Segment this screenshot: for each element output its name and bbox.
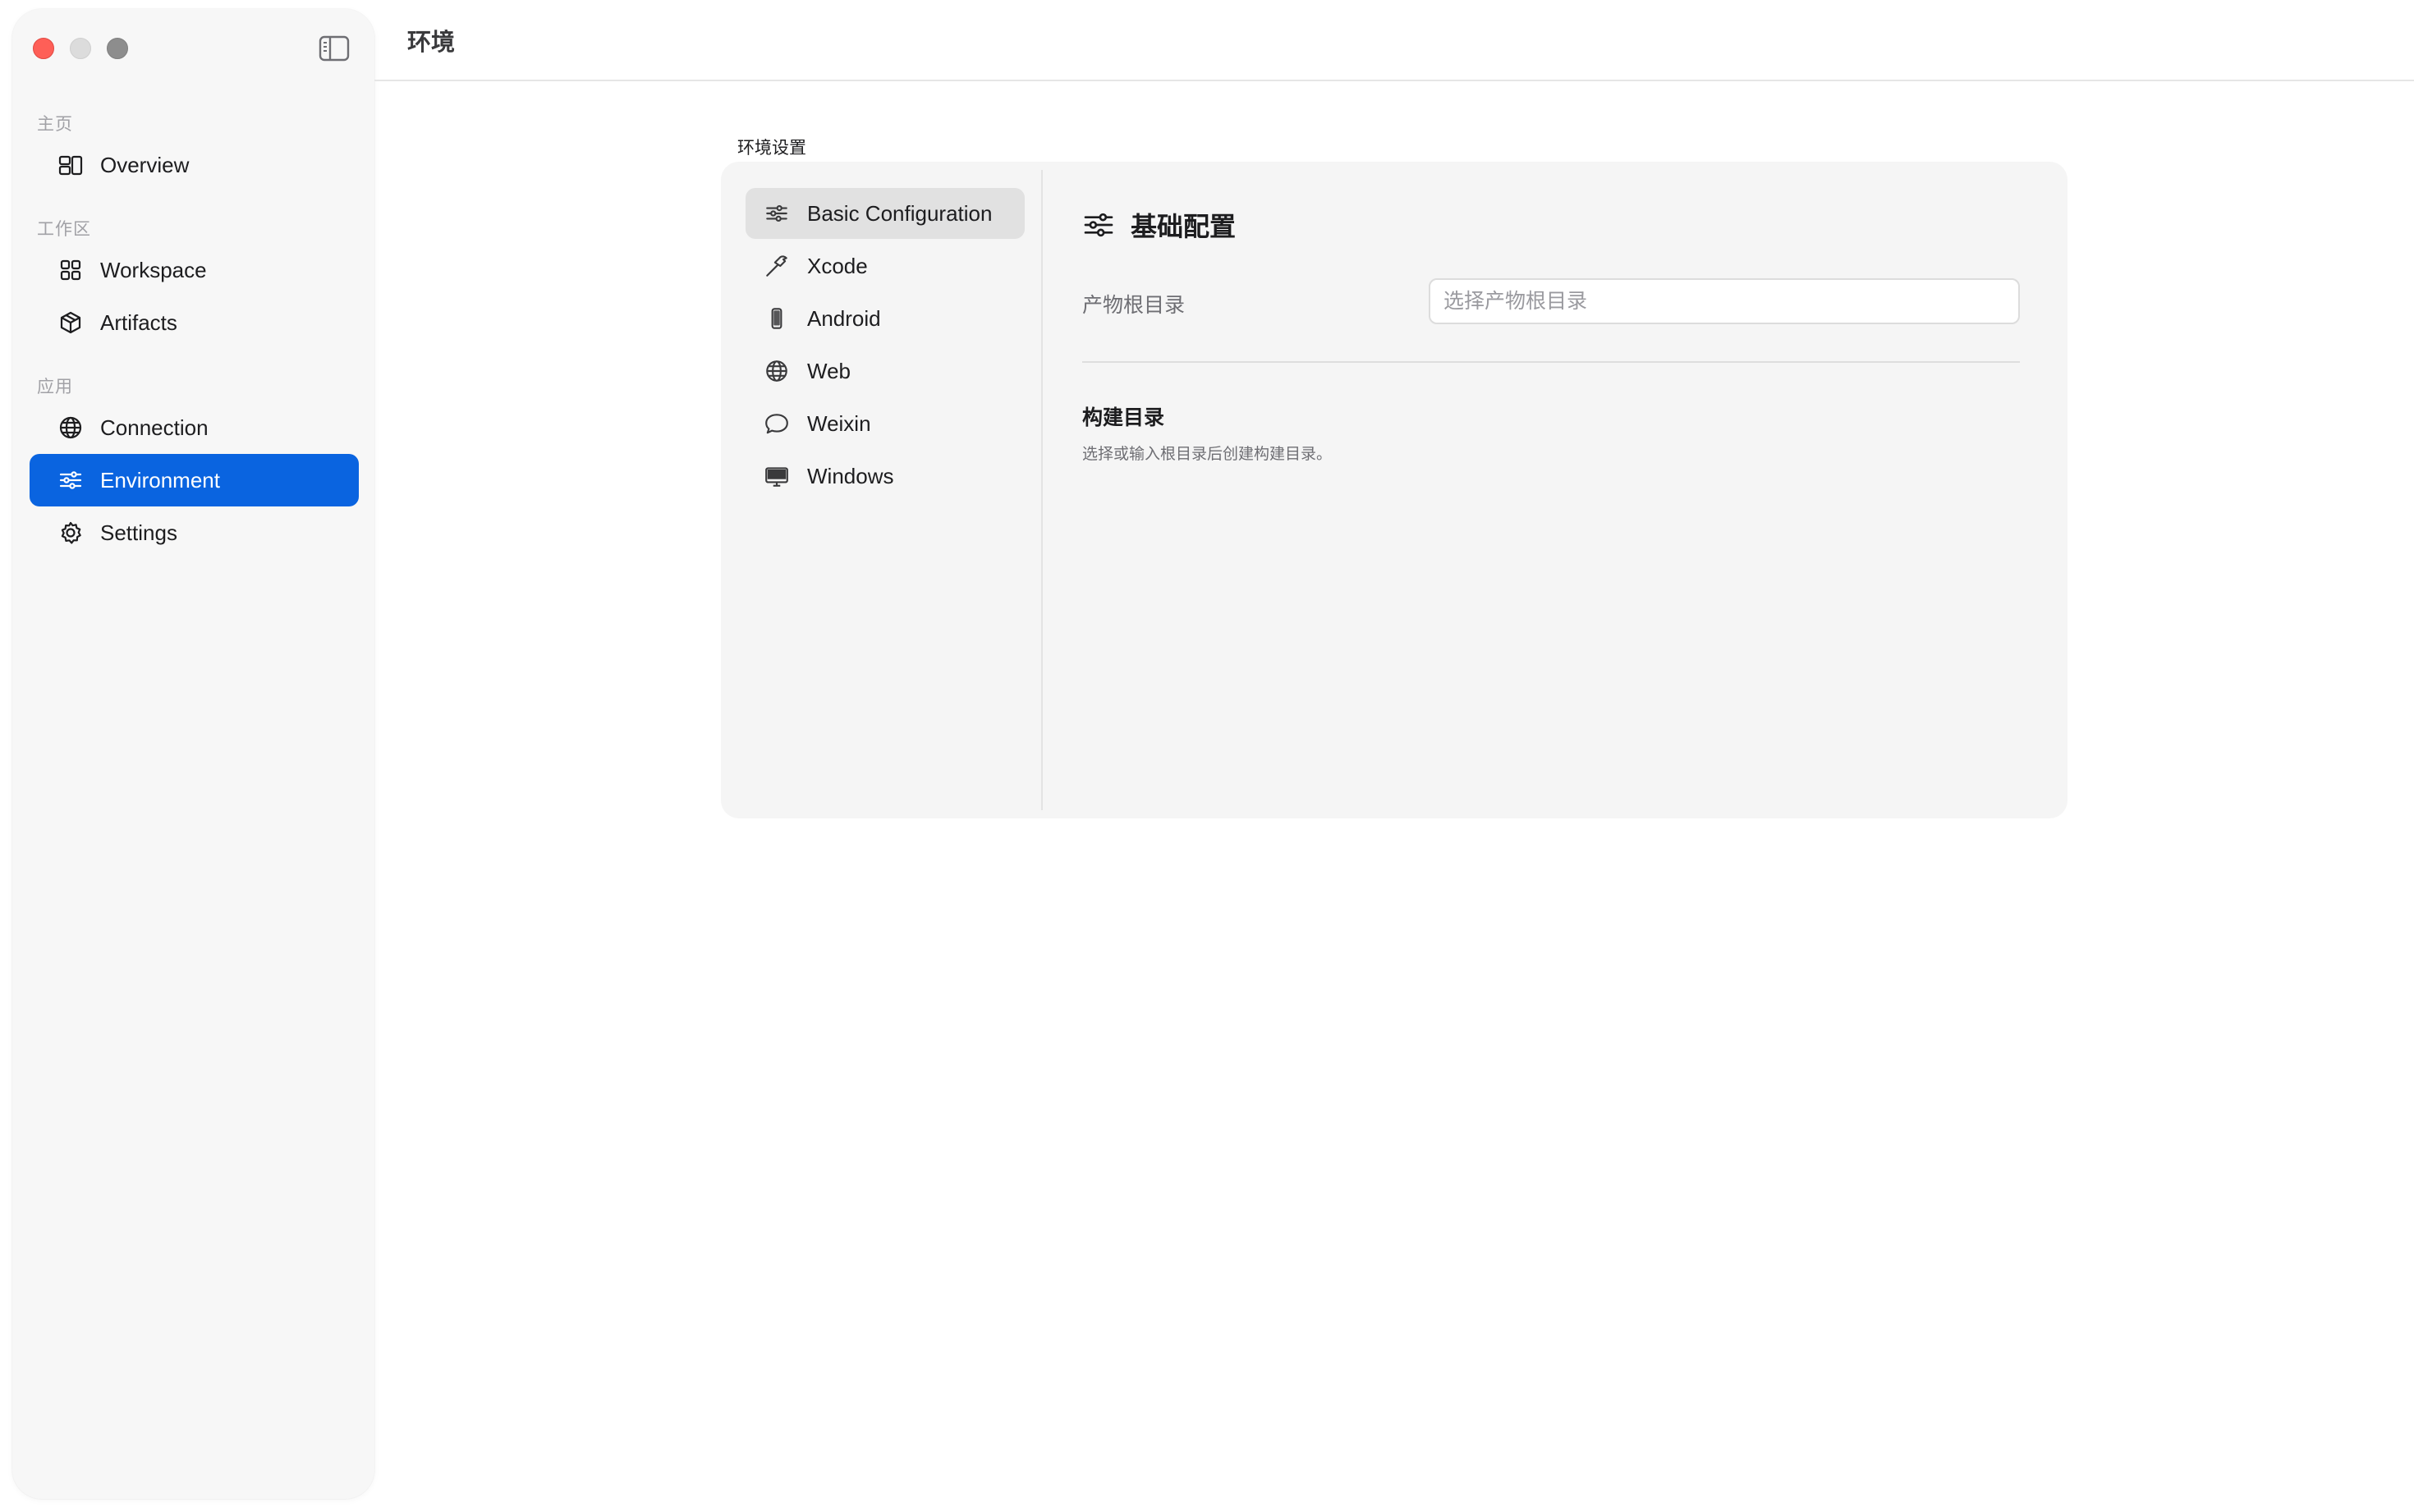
env-nav-label: Weixin <box>807 410 871 436</box>
sliders-icon <box>764 200 790 227</box>
environment-settings-panel: Basic Configuration Xcode Android Web We… <box>721 162 2068 818</box>
sidebar-item-label: Environment <box>100 467 220 493</box>
build-dir-description: 选择或输入根目录后创建构建目录。 <box>1082 446 1333 463</box>
env-nav-windows[interactable]: Windows <box>746 451 1025 502</box>
panel-divider <box>1041 170 1043 810</box>
gear-icon <box>58 520 83 545</box>
sidebar-item-connection[interactable]: Connection <box>30 401 359 454</box>
grid-icon <box>58 258 83 282</box>
sidebar-item-label: Workspace <box>100 257 207 282</box>
sidebar-toggle-icon[interactable] <box>318 34 351 62</box>
sidebar-section-apps: 应用 <box>37 378 73 396</box>
globe-network-icon <box>58 415 83 440</box>
env-nav-label: Windows <box>807 463 894 488</box>
build-dir-title: 构建目录 <box>1082 406 1165 429</box>
env-nav-android[interactable]: Android <box>746 293 1025 344</box>
panel-caption: 环境设置 <box>737 139 806 158</box>
page-title: 环境 <box>407 30 456 56</box>
sidebar-item-label: Overview <box>100 152 190 177</box>
sidebar-item-workspace[interactable]: Workspace <box>30 244 359 296</box>
env-nav-label: Web <box>807 358 851 383</box>
env-nav-web[interactable]: Web <box>746 346 1025 396</box>
sidebar-section-workspace: 工作区 <box>37 220 91 239</box>
overview-icon <box>58 153 83 177</box>
window-minimize-button[interactable] <box>70 38 91 59</box>
artifact-root-input[interactable] <box>1429 278 2020 324</box>
sidebar-item-overview[interactable]: Overview <box>30 139 359 191</box>
window-close-button[interactable] <box>33 38 54 59</box>
env-nav-weixin[interactable]: Weixin <box>746 398 1025 449</box>
sliders-icon <box>58 468 83 493</box>
env-nav-label: Android <box>807 305 881 331</box>
content-divider <box>1082 361 2020 363</box>
env-nav-xcode[interactable]: Xcode <box>746 241 1025 291</box>
sidebar: 主页 Overview 工作区 Workspace Artifacts 应用 C… <box>12 9 374 1499</box>
globe-icon <box>764 358 790 384</box>
window-zoom-button[interactable] <box>107 38 128 59</box>
phone-icon <box>764 305 790 332</box>
chat-bubble-icon <box>764 410 790 437</box>
content-title: 基础配置 <box>1131 212 1237 241</box>
env-nav-label: Basic Configuration <box>807 200 993 226</box>
sidebar-item-label: Settings <box>100 520 177 545</box>
artifact-root-label: 产物根目录 <box>1082 294 1186 317</box>
sidebar-item-settings[interactable]: Settings <box>30 506 359 559</box>
cube-icon <box>58 310 83 335</box>
env-nav-label: Xcode <box>807 253 868 278</box>
sidebar-item-artifacts[interactable]: Artifacts <box>30 296 359 349</box>
sidebar-item-environment[interactable]: Environment <box>30 454 359 506</box>
content-header: 基础配置 <box>1082 206 1236 244</box>
env-nav-basic-configuration[interactable]: Basic Configuration <box>746 188 1025 239</box>
header-divider <box>374 80 2414 81</box>
hammer-icon <box>764 253 790 279</box>
sidebar-item-label: Connection <box>100 415 209 440</box>
sliders-icon <box>1082 208 1115 241</box>
monitor-icon <box>764 463 790 489</box>
sidebar-section-home: 主页 <box>37 115 73 134</box>
sidebar-item-label: Artifacts <box>100 309 177 335</box>
